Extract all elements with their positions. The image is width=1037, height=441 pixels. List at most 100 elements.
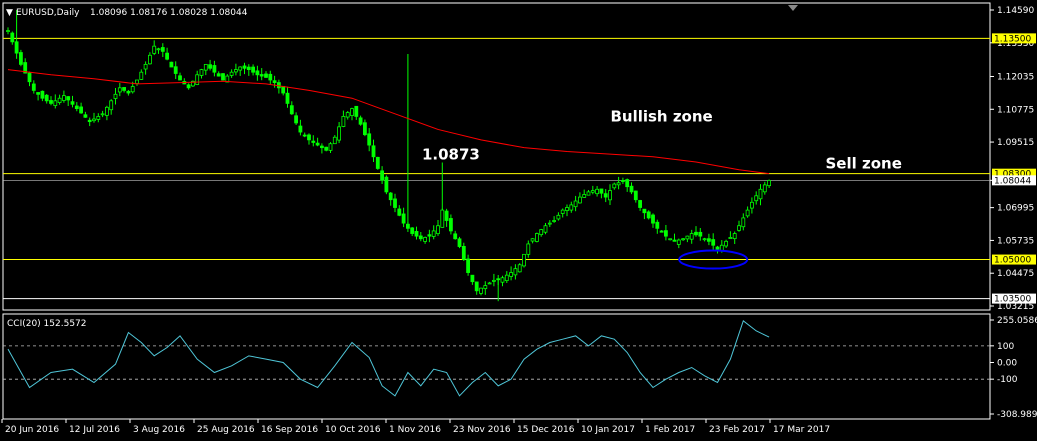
candle-body [560, 209, 565, 214]
candle-body [526, 243, 531, 255]
candle-body [509, 272, 514, 277]
candle-body [586, 191, 591, 196]
candle-body [165, 52, 170, 60]
candle-body [655, 221, 660, 229]
candle-body [117, 87, 122, 93]
candle-body [143, 63, 148, 70]
candle-body [203, 63, 208, 71]
candle-body [233, 69, 238, 73]
candle-body [487, 282, 492, 285]
time-tick-label: 16 Sep 2016 [261, 425, 318, 435]
candle-body [694, 231, 698, 236]
candle-body [393, 198, 397, 208]
level-price-label: 1.13500 [994, 34, 1031, 44]
candle-body [371, 145, 376, 158]
candle-body [255, 70, 260, 76]
candle-body [651, 214, 655, 224]
candle-body [470, 274, 475, 283]
candle-body [659, 230, 664, 233]
candle-body [715, 246, 720, 250]
candle-body [294, 115, 299, 124]
candle-body [27, 72, 32, 83]
candle-body [49, 100, 53, 104]
candle-body [79, 106, 83, 114]
candle-body [758, 188, 763, 200]
menu-arrow-icon[interactable]: ▼ [6, 8, 13, 18]
candle-body [388, 192, 393, 201]
candle-body [625, 179, 630, 188]
candle-body [74, 105, 79, 110]
candle [457, 236, 462, 249]
candle-body [285, 92, 290, 104]
candle-body [689, 233, 694, 240]
candle-body [345, 112, 350, 118]
candle-body [582, 194, 587, 198]
candle-body [642, 208, 647, 214]
candle-body [448, 218, 453, 232]
candle-body [767, 180, 771, 187]
candle-body [350, 108, 354, 116]
candle-body [702, 238, 707, 241]
candle [535, 232, 539, 243]
time-tick-label: 10 Jan 2017 [581, 425, 635, 435]
candle-body [453, 233, 458, 240]
candle-body [698, 231, 703, 237]
candle-body [741, 217, 746, 228]
candle-body [109, 100, 114, 111]
candle-body [10, 32, 15, 43]
time-tick-label: 10 Oct 2016 [325, 425, 381, 435]
candle-body [367, 133, 372, 146]
candle-body [126, 90, 131, 94]
price-tick-label: 1.10775 [997, 105, 1034, 115]
candle-body [178, 75, 182, 81]
candle-body [246, 66, 251, 70]
candle-body [608, 190, 612, 201]
candle-body [539, 229, 544, 236]
candle-body [212, 65, 217, 73]
candle-body [337, 126, 342, 141]
candle-body [440, 209, 445, 228]
candle-body [664, 230, 668, 237]
candle-body [375, 156, 380, 169]
cci-caption: CCI(20) 152.5572 [7, 319, 87, 329]
candle-body [621, 179, 625, 182]
candle-body [500, 277, 505, 283]
candle-body [513, 268, 518, 276]
candle-body [461, 245, 466, 260]
candle [324, 146, 329, 152]
candle-body [70, 101, 75, 105]
candle-body [724, 240, 728, 247]
candle-body [457, 238, 462, 247]
candle [169, 61, 174, 68]
candle-body [483, 285, 488, 290]
candle-body [173, 66, 178, 74]
price-tick-label: 1.09515 [997, 138, 1034, 148]
candle-body [573, 200, 578, 208]
candle-body [401, 213, 406, 224]
candle-body [259, 74, 264, 77]
candle-body [427, 234, 432, 237]
candle-body [199, 69, 204, 76]
candle-body [251, 66, 256, 73]
candle [384, 175, 389, 195]
price-tick-label: 1.05735 [997, 236, 1034, 246]
candle-body [410, 227, 415, 234]
candle-body [668, 238, 673, 241]
candle-body [31, 83, 36, 91]
candle-body [281, 85, 286, 94]
candle-body [384, 176, 389, 193]
candle-body [122, 87, 126, 91]
candle-body [272, 80, 277, 84]
candle-body [354, 105, 359, 117]
candle-body [36, 92, 40, 95]
candle-body [638, 200, 642, 208]
candle-body [53, 100, 58, 106]
candle-body [578, 196, 582, 204]
level-price-label: 1.03500 [994, 295, 1031, 305]
chart-header: ▼ EURUSD,Daily 1.08096 1.08176 1.08028 1… [6, 8, 248, 18]
candle-body [737, 225, 741, 231]
candle-body [105, 106, 109, 116]
candle-body [152, 45, 157, 54]
candle-body [100, 113, 105, 116]
candle-body [599, 188, 604, 194]
